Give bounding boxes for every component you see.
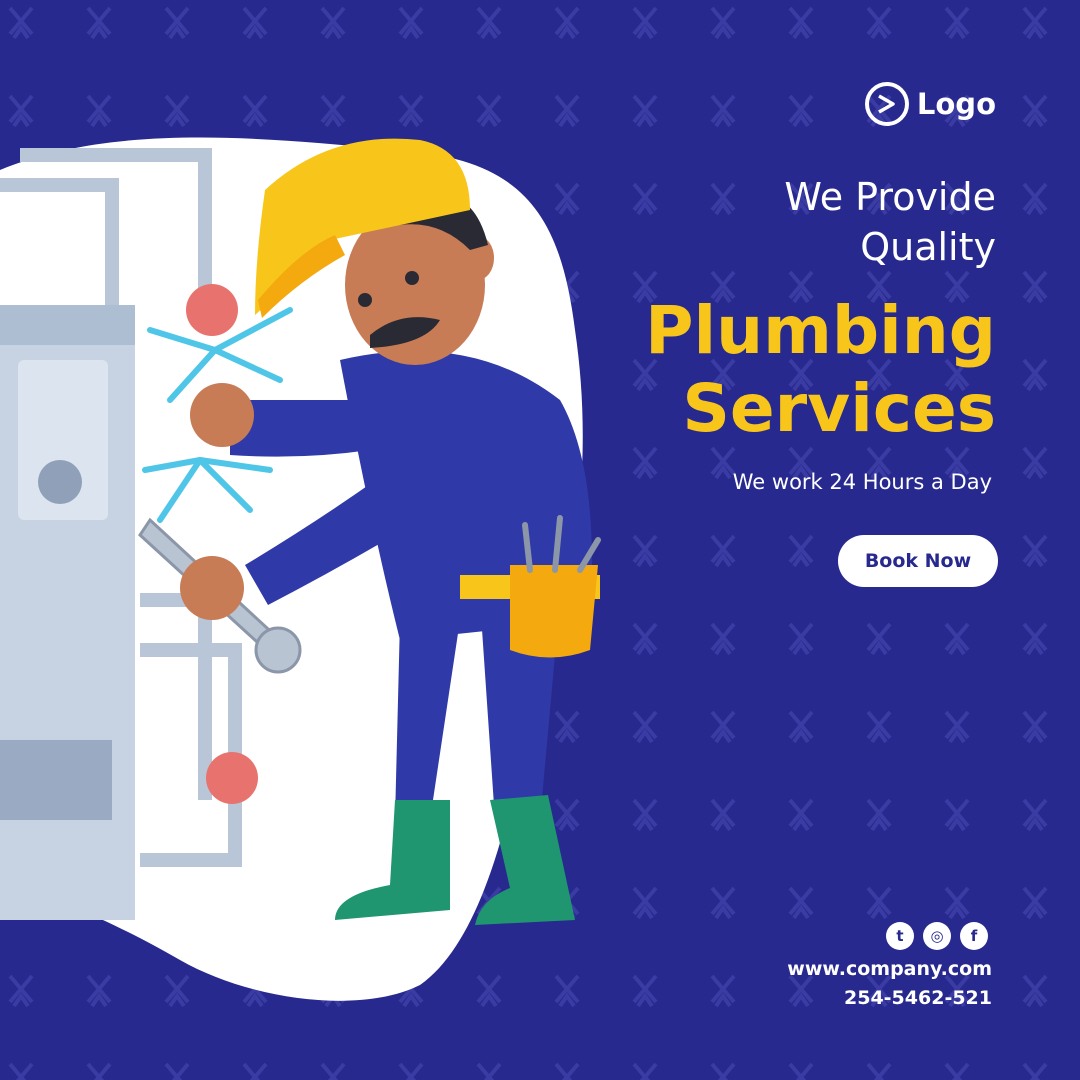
service-title: Plumbing Services (645, 292, 996, 448)
leak-burst-top (186, 284, 238, 336)
plumber-hand-bottom (180, 556, 244, 620)
twitter-icon[interactable]: t (886, 922, 914, 950)
social-links: t ◎ f (886, 922, 988, 950)
plumber-hand-top (190, 383, 254, 447)
contact-info: www.company.com 254-5462-521 (787, 955, 992, 1013)
service-title-line-1: Plumbing (645, 292, 996, 369)
plumbing-banner: Logo We Provide Quality Plumbing Service… (0, 0, 1080, 1080)
plumber-boot-right (475, 795, 575, 925)
book-now-button[interactable]: Book Now (838, 535, 998, 587)
plumber-boot-left (335, 800, 450, 920)
headline-line-2: Quality (860, 225, 996, 269)
website-link[interactable]: www.company.com (787, 955, 992, 984)
leak-burst-bottom (206, 752, 258, 804)
brand-logo[interactable]: Logo (864, 82, 996, 126)
facebook-icon[interactable]: f (960, 922, 988, 950)
tagline: We work 24 Hours a Day (732, 470, 992, 494)
logo-text: Logo (916, 87, 996, 121)
play-circle-icon (864, 82, 909, 126)
phone-number: 254-5462-521 (844, 987, 992, 1009)
tool-pouch (510, 565, 598, 658)
service-title-line-2: Services (682, 370, 996, 447)
instagram-icon[interactable]: ◎ (923, 922, 951, 950)
headline: We Provide Quality (784, 172, 996, 272)
headline-line-1: We Provide (784, 175, 996, 219)
